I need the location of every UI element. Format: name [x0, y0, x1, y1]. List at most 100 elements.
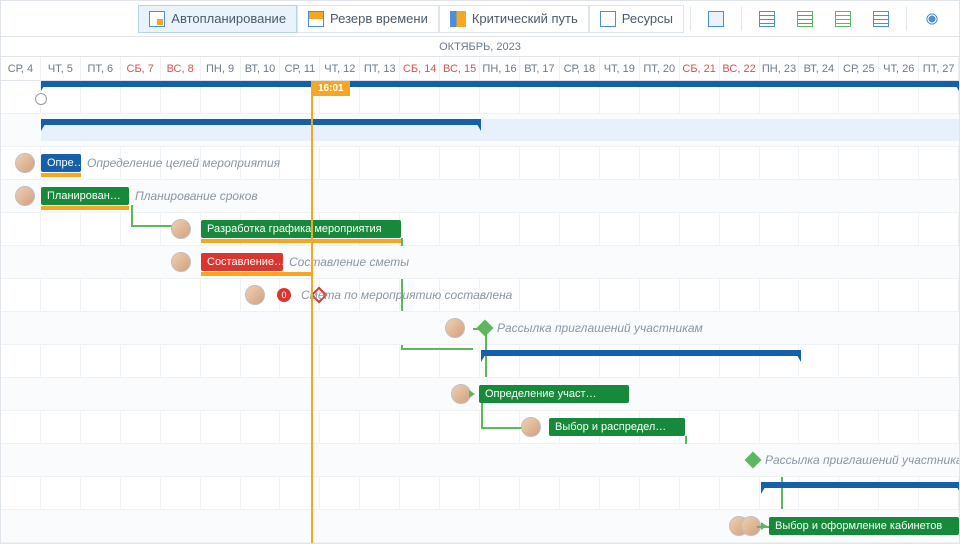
- summary-row: [1, 114, 959, 147]
- critical-path-button[interactable]: Критический путь: [439, 5, 589, 33]
- day-cell[interactable]: ЧТ, 5: [41, 57, 81, 80]
- task-row: Рассылка приглашений участникам: [1, 312, 959, 345]
- milestone-icon[interactable]: [745, 452, 762, 469]
- toolbar: Автопланирование Резерв времени Критичес…: [1, 1, 959, 37]
- separator: [690, 7, 691, 31]
- task-row: Опре… Определение целей мероприятия: [1, 147, 959, 180]
- day-cell[interactable]: СБ, 7: [121, 57, 161, 80]
- day-cell[interactable]: ВС, 8: [161, 57, 201, 80]
- task-bar[interactable]: Составление…: [201, 253, 283, 271]
- zoom-2-button[interactable]: [786, 5, 824, 33]
- calendar-icon: [797, 11, 813, 27]
- task-bar[interactable]: Определение участ…: [479, 385, 629, 403]
- task-label: Составление сметы: [289, 255, 409, 269]
- zoom-4-button[interactable]: [862, 5, 900, 33]
- link: [473, 328, 485, 330]
- task-bar[interactable]: Выбор и оформление кабинетов: [769, 517, 959, 535]
- hourglass-icon: [308, 11, 324, 27]
- drag-handle[interactable]: [35, 93, 47, 105]
- resources-button[interactable]: Ресурсы: [589, 5, 684, 33]
- day-cell[interactable]: ПТ, 6: [81, 57, 121, 80]
- auto-label: Автопланирование: [171, 11, 286, 26]
- baseline: [201, 272, 311, 276]
- task-bar[interactable]: Планирован…: [41, 187, 129, 205]
- day-cell[interactable]: ЧТ, 26: [879, 57, 919, 80]
- resources-label: Ресурсы: [622, 11, 673, 26]
- task-bar[interactable]: Разработка графика мероприятия: [201, 220, 401, 238]
- avatar[interactable]: [171, 219, 191, 239]
- day-cell[interactable]: ПН, 23: [760, 57, 800, 80]
- day-cell[interactable]: ВТ, 17: [520, 57, 560, 80]
- auto-icon: [149, 11, 165, 27]
- task-row: Определение участ…: [1, 378, 959, 411]
- day-cell[interactable]: СР, 18: [560, 57, 600, 80]
- zoom-3-button[interactable]: [824, 5, 862, 33]
- day-cell[interactable]: ПТ, 20: [640, 57, 680, 80]
- avatar[interactable]: [451, 384, 471, 404]
- avatar[interactable]: [15, 186, 35, 206]
- day-cell[interactable]: ВТ, 10: [241, 57, 281, 80]
- baseline: [41, 173, 81, 177]
- avatar[interactable]: [521, 417, 541, 437]
- project-bar[interactable]: [41, 81, 959, 87]
- baseline: [201, 239, 401, 243]
- day-cell[interactable]: ВС, 22: [720, 57, 760, 80]
- now-indicator: [311, 81, 313, 543]
- avatar[interactable]: [15, 153, 35, 173]
- link: [685, 436, 687, 444]
- zoom-1-button[interactable]: [748, 5, 786, 33]
- day-cell[interactable]: ВС, 15: [440, 57, 480, 80]
- calendar-icon: [759, 11, 775, 27]
- day-cell[interactable]: СБ, 14: [400, 57, 440, 80]
- task-row: Планирован… Планирование сроков: [1, 180, 959, 213]
- task-label: Определение целей мероприятия: [87, 156, 280, 170]
- day-cell[interactable]: ПТ, 27: [919, 57, 959, 80]
- day-cell[interactable]: ПН, 9: [201, 57, 241, 80]
- slack-button[interactable]: Резерв времени: [297, 5, 439, 33]
- day-scale: СР, 4ЧТ, 5ПТ, 6СБ, 7ВС, 8ПН, 9ВТ, 10СР, …: [1, 57, 959, 81]
- summary-row: [1, 477, 959, 510]
- settings-icon: [924, 11, 940, 27]
- task-row: Выбор и распредел…: [1, 411, 959, 444]
- warning-badge[interactable]: 0: [277, 288, 291, 302]
- task-label: Смета по мероприятию составлена: [301, 288, 512, 302]
- phase-bar[interactable]: [761, 482, 959, 488]
- day-cell[interactable]: ПТ, 13: [360, 57, 400, 80]
- avatar[interactable]: [245, 285, 265, 305]
- task-label: Рассылка приглашений участникам: [497, 321, 703, 335]
- link-arrow: [469, 390, 475, 398]
- phase-bar[interactable]: [41, 119, 481, 125]
- rows: Опре… Определение целей мероприятия План…: [1, 81, 959, 543]
- calendar-icon: [873, 11, 889, 27]
- day-cell[interactable]: СР, 4: [1, 57, 41, 80]
- day-cell[interactable]: ЧТ, 12: [320, 57, 360, 80]
- task-row: 0 Смета по мероприятию составлена: [1, 279, 959, 312]
- summary-row: [1, 345, 959, 378]
- avatar[interactable]: [445, 318, 465, 338]
- day-cell[interactable]: СР, 25: [839, 57, 879, 80]
- avatar[interactable]: [171, 252, 191, 272]
- day-cell[interactable]: ЧТ, 19: [600, 57, 640, 80]
- task-bar[interactable]: Опре…: [41, 154, 81, 172]
- month-header: ОКТЯБРЬ, 2023: [1, 37, 959, 57]
- summary-row: [1, 81, 959, 114]
- task-row: Выбор и оформление кабинетов: [1, 510, 959, 543]
- day-cell[interactable]: СР, 11: [280, 57, 320, 80]
- filter-button[interactable]: [697, 5, 735, 33]
- critical-icon: [450, 11, 466, 27]
- phase-bar[interactable]: [481, 350, 801, 356]
- task-bar[interactable]: Выбор и распредел…: [549, 418, 685, 436]
- task-row: Разработка графика мероприятия: [1, 213, 959, 246]
- auto-planning-button[interactable]: Автопланирование: [138, 5, 297, 33]
- separator: [741, 7, 742, 31]
- day-cell[interactable]: ВТ, 24: [799, 57, 839, 80]
- separator: [906, 7, 907, 31]
- resources-icon: [600, 11, 616, 27]
- task-row: Рассылка приглашений участникам: [1, 444, 959, 477]
- settings-button[interactable]: [913, 5, 951, 33]
- gantt-chart[interactable]: Опре… Определение целей мероприятия План…: [1, 81, 959, 543]
- day-cell[interactable]: СБ, 21: [680, 57, 720, 80]
- baseline: [41, 206, 129, 210]
- day-cell[interactable]: ПН, 16: [480, 57, 520, 80]
- task-label: Рассылка приглашений участникам: [765, 453, 959, 467]
